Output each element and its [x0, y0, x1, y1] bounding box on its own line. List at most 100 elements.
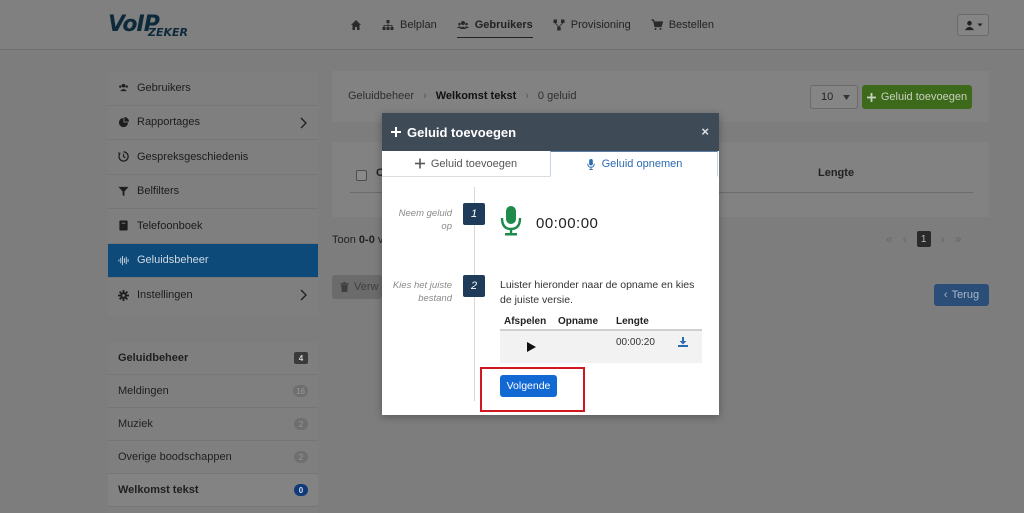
modal-header: Geluid toevoegen × [382, 113, 719, 151]
nav-home[interactable] [340, 0, 372, 50]
tab-geluid-toevoegen[interactable]: Geluid toevoegen [382, 151, 550, 177]
count-badge: 4 [294, 352, 308, 364]
column-afspelen: Afspelen [504, 315, 547, 327]
column-lengte: Lengte [616, 315, 649, 327]
voipzeker-logo[interactable]: VoIP ZEKER [108, 12, 192, 40]
step1-label: Neem geluid op [392, 207, 452, 233]
page-current[interactable]: 1 [916, 231, 931, 247]
user-icon [964, 20, 974, 30]
page-size-select[interactable]: 10 [810, 85, 858, 109]
page-size-value: 10 [821, 91, 834, 103]
next-page-icon[interactable]: › [941, 232, 945, 246]
recordings-table-header: Afspelen Opname Lengte [500, 313, 702, 331]
sidebar-item-label: Gespreksgeschiedenis [137, 150, 249, 163]
caret-down-icon [977, 23, 982, 27]
cart-icon [651, 19, 663, 30]
prev-page-icon[interactable]: ‹ [903, 232, 907, 246]
results-prefix: Toon [332, 234, 359, 246]
breadcrumb-separator-icon: › [423, 90, 427, 102]
last-page-icon[interactable]: » [955, 232, 962, 246]
sidebar-item-gebruikers[interactable]: Gebruikers [108, 71, 318, 106]
play-cell [500, 337, 558, 355]
sound-category-muziek[interactable]: Muziek 2 [108, 408, 318, 441]
gear-icon [118, 289, 129, 301]
nav-label: Belplan [400, 19, 437, 31]
chevron-right-icon [300, 289, 307, 301]
plus-icon [866, 92, 876, 102]
sound-category-label: Meldingen [118, 385, 169, 397]
sidebar-item-label: Telefoonboek [137, 219, 203, 232]
nav-label: Bestellen [668, 19, 714, 31]
microphone-icon [586, 158, 595, 170]
trash-icon [340, 282, 349, 292]
users-icon [456, 21, 469, 29]
sidebar-item-telefoonboek[interactable]: Telefoonboek [108, 209, 318, 244]
plus-icon [414, 158, 425, 169]
download-icon[interactable] [678, 337, 688, 347]
download-cell [678, 337, 702, 350]
sidebar-item-label: Geluidsbeheer [137, 254, 209, 267]
logo-sub-text: ZEKER [148, 26, 188, 39]
lengte-cell: 00:00:20 [616, 337, 655, 348]
delete-button[interactable]: Verw [332, 275, 382, 299]
breadcrumb-current: Welkomst tekst [435, 90, 517, 102]
add-sound-label: Geluid toevoegen [880, 91, 968, 103]
phonebook-icon [119, 220, 128, 231]
nav-gebruikers[interactable]: Gebruikers [447, 0, 543, 50]
sidebar: Gebruikers Rapportages Gespreksgeschiede… [108, 71, 318, 315]
sidebar-item-geluidsbeheer[interactable]: Geluidsbeheer [108, 243, 318, 278]
table-header-lengte[interactable]: Lengte [818, 167, 854, 179]
tab-label: Geluid toevoegen [430, 157, 518, 170]
sound-category-welkomst-tekst[interactable]: Welkomst tekst 0 [108, 474, 318, 507]
step2-label-line1: Kies het juiste [392, 280, 452, 291]
results-summary: Toon 0-0 v [332, 234, 383, 246]
add-sound-button[interactable]: Geluid toevoegen [862, 85, 972, 109]
pagination: « ‹ 1 › » [886, 231, 961, 247]
waveform-icon [118, 255, 129, 265]
back-label: Terug [951, 289, 980, 301]
sitemap-icon [382, 20, 394, 30]
modal-tabs: Geluid toevoegen Geluid opnemen [382, 151, 719, 177]
user-menu-button[interactable] [957, 14, 989, 36]
pie-chart-icon [118, 116, 129, 127]
column-opname: Opname [558, 315, 599, 327]
tab-geluid-opnemen[interactable]: Geluid opnemen [550, 151, 718, 177]
sound-category-overige-boodschappen[interactable]: Overige boodschappen 2 [108, 441, 318, 474]
home-icon [351, 20, 361, 30]
step1-number: 1 [463, 203, 485, 225]
sidebar-item-gespreksgeschiedenis[interactable]: Gespreksgeschiedenis [108, 140, 318, 175]
sidebar-item-belfilters[interactable]: Belfilters [108, 175, 318, 209]
breadcrumb-root[interactable]: Geluidbeheer [348, 90, 414, 102]
step2-label-line2: bestand [418, 293, 452, 304]
breadcrumb-count: 0 geluid [537, 90, 577, 102]
step2-instruction: Luister hieronder naar de opname en kies… [500, 279, 695, 306]
step1-label-line1: Neem geluid [398, 208, 452, 219]
nav-label: Provisioning [570, 19, 631, 31]
microphone-record-icon[interactable] [500, 206, 522, 236]
chevron-left-icon: ‹ [943, 289, 948, 301]
filter-icon [118, 186, 129, 196]
sidebar-item-rapportages[interactable]: Rapportages [108, 106, 318, 140]
nav-bestellen[interactable]: Bestellen [641, 0, 724, 50]
step2-label: Kies het juiste bestand [392, 279, 452, 305]
sound-category-header-label: Geluidbeheer [118, 352, 189, 364]
sound-category-panel: Geluidbeheer 4 Meldingen 16 Muziek 2 Ove… [108, 342, 318, 513]
sidebar-item-instellingen[interactable]: Instellingen [108, 278, 318, 313]
chevron-right-icon [300, 117, 307, 128]
breadcrumb: Geluidbeheer › Welkomst tekst › 0 geluid [348, 90, 576, 102]
sidebar-item-label: Gebruikers [137, 81, 191, 94]
sidebar-item-label: Belfilters [137, 185, 180, 198]
select-all-checkbox[interactable] [356, 170, 367, 181]
network-icon [553, 19, 565, 31]
close-icon[interactable]: × [701, 124, 709, 139]
first-page-icon[interactable]: « [886, 232, 893, 246]
sound-category-label: Welkomst tekst [118, 484, 199, 496]
top-navbar: VoIP ZEKER Belplan Gebruikers Provisioni… [0, 0, 1024, 50]
back-button[interactable]: ‹ Terug [934, 284, 989, 306]
main-nav: Belplan Gebruikers Provisioning Bestelle… [340, 0, 724, 50]
nav-belplan[interactable]: Belplan [372, 0, 447, 50]
modal-title: Geluid toevoegen [407, 124, 517, 140]
sound-category-meldingen[interactable]: Meldingen 16 [108, 375, 318, 408]
nav-provisioning[interactable]: Provisioning [543, 0, 641, 50]
play-icon[interactable] [526, 342, 536, 352]
